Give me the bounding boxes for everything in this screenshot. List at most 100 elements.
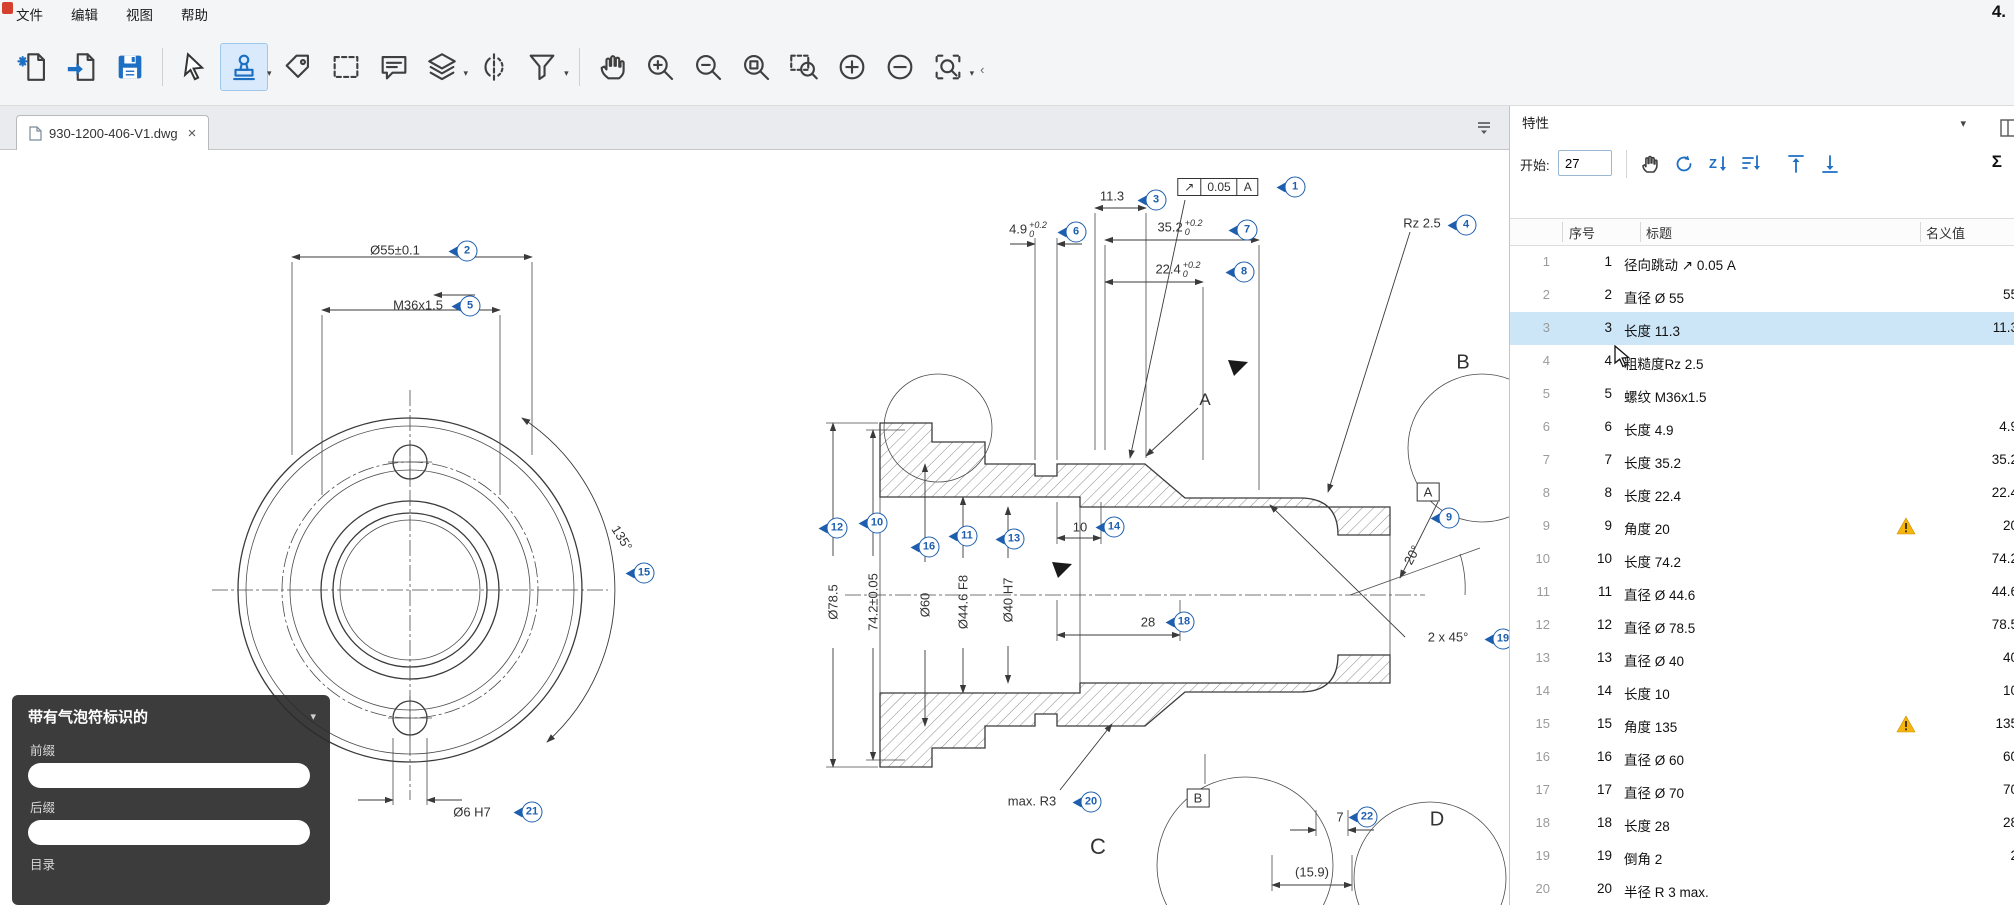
table-row[interactable]: 55螺纹 M36x1.5: [1510, 378, 2014, 411]
menu-item-edit[interactable]: 编辑: [71, 4, 98, 24]
row-title: 螺纹 M36x1.5: [1624, 386, 1707, 406]
balloon-13[interactable]: 13: [996, 529, 1025, 550]
filter-tool-button[interactable]: [519, 44, 565, 90]
warning-icon: [1896, 517, 1916, 535]
balloon-15[interactable]: 15: [626, 563, 655, 584]
balloon-panel-title: 带有气泡符标识的: [28, 706, 148, 727]
document-tab[interactable]: 930-1200-406-V1.dwg ×: [16, 115, 209, 151]
suffix-input[interactable]: [28, 820, 310, 845]
balloon-22[interactable]: 22: [1349, 807, 1378, 828]
balloon-16[interactable]: 16: [911, 537, 940, 558]
balloon-19[interactable]: 19: [1485, 629, 1510, 650]
table-row[interactable]: 1212直径 Ø 78.578.5: [1510, 609, 2014, 642]
table-row[interactable]: 33长度 11.311.3: [1510, 312, 2014, 345]
table-row[interactable]: 1919倒角 22: [1510, 840, 2014, 873]
row-number: 15: [1554, 716, 1612, 731]
balloon-14[interactable]: 14: [1096, 517, 1125, 538]
zoom-selection-dropdown-icon[interactable]: ▾: [970, 54, 975, 79]
layers-dropdown-icon[interactable]: ▾: [464, 54, 469, 79]
zoom-selection-tool-button[interactable]: [925, 44, 971, 90]
table-row[interactable]: 1010长度 74.274.2: [1510, 543, 2014, 576]
menu-item-view[interactable]: 视图: [126, 4, 153, 24]
table-row[interactable]: 2020半径 R 3 max.: [1510, 873, 2014, 905]
mirror-tool-button[interactable]: [471, 44, 517, 90]
sum-icon[interactable]: Σ: [1992, 152, 2002, 172]
balloon-2[interactable]: 2: [449, 241, 478, 262]
table-row[interactable]: 1414长度 1010: [1510, 675, 2014, 708]
balloon-11[interactable]: 11: [949, 526, 978, 547]
pan-tool-button[interactable]: [589, 44, 635, 90]
row-number: 7: [1554, 452, 1612, 467]
filter-dropdown-icon[interactable]: ▾: [564, 54, 569, 79]
layers-tool-button[interactable]: [419, 44, 465, 90]
prefix-input[interactable]: [28, 763, 310, 788]
balloon-stamp-tool-button[interactable]: [220, 43, 268, 91]
decrease-tool-button[interactable]: [877, 44, 923, 90]
table-row[interactable]: 88长度 22.422.4: [1510, 477, 2014, 510]
open-document-button[interactable]: [59, 44, 105, 90]
balloon-9[interactable]: 9: [1431, 508, 1460, 529]
move-top-icon[interactable]: [1782, 150, 1810, 178]
balloon-21[interactable]: 21: [514, 802, 543, 823]
zoom-window-tool-button[interactable]: [781, 44, 827, 90]
select-tool-button[interactable]: [172, 44, 218, 90]
table-row[interactable]: 44粗糙度Rz 2.5: [1510, 345, 2014, 378]
table-row[interactable]: 1313直径 Ø 4040: [1510, 642, 2014, 675]
table-row[interactable]: 99角度 2020: [1510, 510, 2014, 543]
new-document-button[interactable]: [11, 44, 57, 90]
balloon-12[interactable]: 12: [819, 518, 848, 539]
sort-z-icon[interactable]: Z: [1704, 150, 1732, 178]
table-row[interactable]: 1818长度 2828: [1510, 807, 2014, 840]
table-row[interactable]: 1111直径 Ø 44.644.6: [1510, 576, 2014, 609]
comment-tool-button[interactable]: [371, 44, 417, 90]
drawing-canvas[interactable]: .s{stroke:#3a3a3a;stroke-width:1.3;fill:…: [0, 150, 1509, 905]
table-row[interactable]: 1717直径 Ø 7070: [1510, 774, 2014, 807]
renumber-rotate-icon[interactable]: [1670, 150, 1698, 178]
tab-close-icon[interactable]: ×: [188, 125, 197, 142]
sort-descending-icon[interactable]: [1738, 150, 1766, 178]
row-title: 径向跳动 ↗ 0.05 A: [1624, 254, 1736, 274]
balloon-6[interactable]: 6: [1058, 222, 1087, 243]
table-row[interactable]: 66长度 4.94.9: [1510, 411, 2014, 444]
dim-label: max. R3: [1008, 794, 1056, 809]
table-row[interactable]: 1515角度 135135: [1510, 708, 2014, 741]
table-row[interactable]: 11径向跳动 ↗ 0.05 A: [1510, 246, 2014, 279]
row-number: 20: [1554, 881, 1612, 896]
table-row[interactable]: 77长度 35.235.2: [1510, 444, 2014, 477]
table-header: 序号 标题 名义值: [1510, 218, 2014, 246]
balloon-4[interactable]: 4: [1448, 215, 1477, 236]
panel-collapse-chevron-icon[interactable]: ▾: [1960, 106, 1966, 142]
balloon-10[interactable]: 10: [859, 513, 888, 534]
zoom-in-tool-button[interactable]: [637, 44, 683, 90]
balloon-20[interactable]: 20: [1073, 792, 1102, 813]
mouse-cursor: [1614, 345, 1636, 374]
balloon-1[interactable]: 1: [1277, 177, 1306, 198]
column-header-no: 序号: [1569, 223, 1595, 242]
balloon-8[interactable]: 8: [1226, 262, 1255, 283]
balloon-18[interactable]: 18: [1166, 612, 1195, 633]
tab-list-icon[interactable]: [1475, 118, 1493, 141]
save-document-button[interactable]: [107, 44, 153, 90]
zoom-extents-tool-button[interactable]: [733, 44, 779, 90]
toolbar-overflow-icon[interactable]: ‹: [980, 56, 984, 77]
balloon-stamp-dropdown-icon[interactable]: ▾: [267, 54, 272, 79]
collapse-chevron-icon[interactable]: ▾: [310, 710, 316, 723]
zoom-out-tool-button[interactable]: [685, 44, 731, 90]
row-nominal-value: 44.6: [1992, 584, 2014, 599]
row-index: 8: [1514, 485, 1550, 500]
balloon-7[interactable]: 7: [1229, 220, 1258, 241]
menu-item-help[interactable]: 帮助: [181, 4, 208, 24]
move-bottom-icon[interactable]: [1816, 150, 1844, 178]
table-row[interactable]: 1616直径 Ø 6060: [1510, 741, 2014, 774]
pick-tool-icon[interactable]: [1636, 150, 1664, 178]
tag-tool-button[interactable]: [275, 44, 321, 90]
menu-item-file[interactable]: 文件: [16, 4, 43, 24]
balloon-5[interactable]: 5: [452, 296, 481, 317]
start-number-input[interactable]: [1558, 150, 1612, 176]
balloon-3[interactable]: 3: [1138, 190, 1167, 211]
table-row[interactable]: 22直径 Ø 5555: [1510, 279, 2014, 312]
dim-label: 35.2+0.20: [1157, 219, 1202, 237]
increase-tool-button[interactable]: [829, 44, 875, 90]
datum-label: B: [1187, 789, 1210, 808]
marquee-select-tool-button[interactable]: [323, 44, 369, 90]
